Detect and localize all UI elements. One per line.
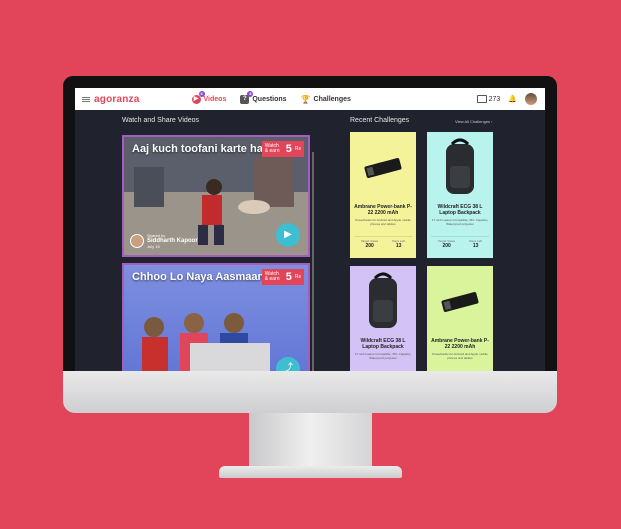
- days-value: 13: [395, 243, 402, 249]
- sharer-avatar: [130, 234, 144, 248]
- powerbank-image: [364, 157, 402, 179]
- challenge-card[interactable]: Wildcraft ECG 38 L Laptop Backpack 17 in…: [350, 266, 416, 371]
- shared-by: Shared by Siddharth Kapoor July 15: [130, 233, 198, 249]
- nav-questions-label: Questions: [252, 95, 287, 103]
- days-value: 13: [472, 243, 479, 249]
- video-title: Aaj kuch toofani karte hai...: [132, 143, 276, 155]
- scroll-divider: [312, 152, 314, 371]
- question-icon: ? 4: [240, 90, 254, 104]
- challenge-stats: Target Views 200 Days Left 13: [354, 236, 412, 249]
- target-value: 200: [442, 243, 451, 249]
- screen: agoranza ▶ 4 Videos ? 4 Questions 🏆 Challe…: [75, 88, 545, 371]
- videos-heading: Watch and Share Videos: [122, 117, 200, 124]
- monitor-chin: [63, 371, 557, 413]
- bell-icon[interactable]: 🔔: [508, 95, 517, 103]
- earn-label: Watch & earn: [264, 143, 280, 154]
- earn-badge: Watch & earn 5 Rs: [261, 141, 304, 157]
- monitor-stand-base: [219, 466, 402, 478]
- view-all-challenges-link[interactable]: View All Challenges ›: [455, 119, 493, 124]
- nav-badge: 4: [247, 90, 254, 97]
- nav-challenges-label: Challenges: [313, 95, 351, 103]
- days-left: Days Left 13: [469, 239, 482, 249]
- earn-badge: Watch & earn 5 Rs: [261, 269, 304, 285]
- wallet-widget[interactable]: 273: [476, 95, 501, 103]
- earn-label: Watch & earn: [264, 271, 280, 282]
- user-avatar[interactable]: [525, 93, 537, 105]
- backpack-image: [446, 138, 474, 194]
- video-card[interactable]: Chhoo Lo Naya Aasmaan... Watch & earn 5 Rs…: [122, 263, 310, 371]
- challenge-description: 17 inch Laptop Compatible, 38 L Capacity…: [354, 352, 412, 360]
- challenge-description: Powerbanks for Android and Apple mobile …: [432, 352, 488, 360]
- nav-challenges[interactable]: 🏆 Challenges: [301, 95, 351, 104]
- logo[interactable]: agoranza: [94, 94, 140, 105]
- nav-badge: 4: [198, 90, 205, 97]
- main-nav: ▶ 4 Videos ? 4 Questions 🏆 Challenges: [191, 90, 351, 104]
- days-left: Days Left 13: [392, 239, 405, 249]
- play-icon: ▶ 4: [191, 90, 205, 104]
- challenge-name: Ambrane Power-bank P-22 2200 mAh: [431, 338, 489, 350]
- video-title: Chhoo Lo Naya Aasmaan...: [132, 271, 274, 283]
- challenge-card[interactable]: Wildcraft ECG 38 L Laptop Backpack 17 in…: [427, 132, 493, 258]
- share-date: July 15: [147, 244, 160, 249]
- play-button[interactable]: ▶: [276, 223, 300, 247]
- topbar-right: 273 🔔: [476, 93, 537, 105]
- monitor-bezel: agoranza ▶ 4 Videos ? 4 Questions 🏆 Challe…: [63, 76, 557, 371]
- challenge-description: 17 inch Laptop Compatible, 38 L Capacity…: [431, 218, 489, 226]
- challenge-description: Powerbanks for Android and Apple mobile …: [355, 218, 411, 226]
- target-value: 200: [365, 243, 374, 249]
- earn-value: 5: [285, 271, 292, 283]
- earn-value: 5: [285, 143, 292, 155]
- challenge-name: Wildcraft ECG 38 L Laptop Backpack: [360, 338, 406, 350]
- powerbank-image: [441, 291, 479, 313]
- challenge-card[interactable]: Ambrane Power-bank P-22 2200 mAh Powerba…: [350, 132, 416, 258]
- nav-questions[interactable]: ? 4 Questions: [240, 90, 287, 104]
- nav-videos[interactable]: ▶ 4 Videos: [191, 90, 227, 104]
- challenge-name: Wildcraft ECG 38 L Laptop Backpack: [437, 204, 483, 216]
- wallet-icon: [476, 95, 487, 103]
- hamburger-menu-icon[interactable]: [82, 96, 90, 102]
- challenge-card[interactable]: Ambrane Power-bank P-22 2200 mAh Powerba…: [427, 266, 493, 371]
- video-card[interactable]: Aaj kuch toofani karte hai... Watch & ea…: [122, 135, 310, 257]
- target-views: Target Views 200: [361, 239, 378, 249]
- wallet-count: 273: [488, 95, 501, 103]
- challenges-heading: Recent Challenges: [350, 117, 410, 124]
- challenge-name: Ambrane Power-bank P-22 2200 mAh: [354, 204, 412, 216]
- backpack-image: [369, 272, 397, 328]
- earn-unit: Rs: [294, 146, 301, 152]
- trophy-icon: 🏆: [300, 94, 311, 104]
- top-navigation-bar: agoranza ▶ 4 Videos ? 4 Questions 🏆 Challe…: [75, 88, 545, 110]
- nav-videos-label: Videos: [203, 95, 227, 103]
- monitor: agoranza ▶ 4 Videos ? 4 Questions 🏆 Challe…: [63, 76, 557, 416]
- earn-unit: Rs: [294, 274, 301, 280]
- target-views: Target Views 200: [438, 239, 455, 249]
- monitor-stand-neck: [249, 413, 372, 471]
- challenge-stats: Target Views 200 Days Left 13: [431, 236, 489, 249]
